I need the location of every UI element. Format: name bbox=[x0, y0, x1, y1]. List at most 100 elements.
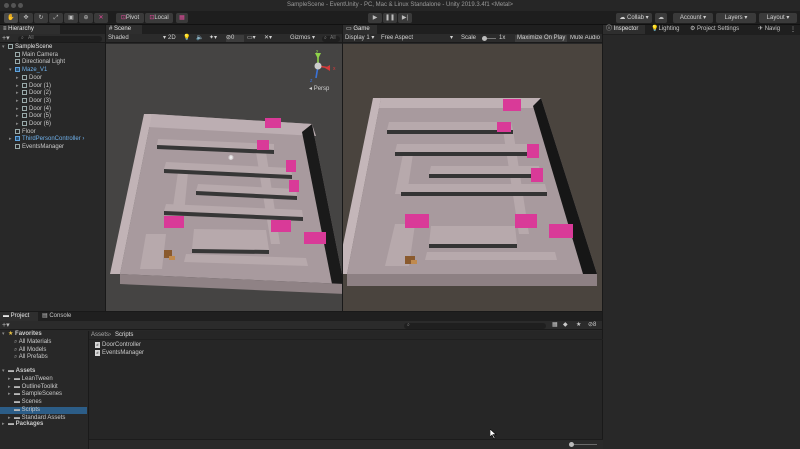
asset-folder-label: OutlineToolkit bbox=[21, 383, 58, 390]
maximize-on-play-toggle[interactable]: Maximize On Play bbox=[515, 35, 567, 42]
breadcrumb-current[interactable]: Scripts bbox=[115, 332, 133, 338]
filter-label-icon[interactable]: ◆ bbox=[563, 321, 568, 328]
game-viewport[interactable] bbox=[343, 44, 602, 311]
shading-mode-dropdown[interactable]: Shaded ▾ bbox=[108, 35, 166, 42]
hierarchy-item[interactable]: ▾ SampleScene bbox=[0, 44, 105, 52]
transform-tool-button[interactable]: ⊕ bbox=[79, 13, 93, 23]
assets-folder-icon: ▬ bbox=[8, 368, 16, 374]
tab-project-settings[interactable]: ⚙ Project Settings bbox=[687, 25, 755, 34]
collab-dropdown[interactable]: ☁ Collab ▾ bbox=[616, 13, 652, 23]
tab-navigation[interactable]: ✈ Navig bbox=[755, 25, 785, 34]
hierarchy-item[interactable]: ▸ Door (3) bbox=[0, 97, 105, 106]
tab-scene[interactable]: # Scene bbox=[106, 25, 142, 34]
lighting-toggle[interactable]: 💡 bbox=[183, 35, 191, 42]
gizmos-dropdown[interactable]: Gizmos ▾ bbox=[290, 35, 320, 42]
pivot-toggle[interactable]: ⊡Pivot bbox=[116, 13, 144, 23]
light-gizmo[interactable]: ✺ bbox=[228, 154, 234, 162]
hierarchy-item[interactable]: ▸ Door (5) bbox=[0, 113, 105, 121]
favorites-item[interactable]: ⌕ All Models bbox=[14, 347, 46, 355]
tab-console[interactable]: ▤ Console bbox=[39, 312, 77, 321]
camera-dropdown[interactable]: ▭▾ bbox=[247, 35, 259, 42]
hierarchy-item[interactable]: Directional Light bbox=[0, 59, 105, 67]
layout-dropdown[interactable]: Layout ▾ bbox=[759, 13, 797, 23]
effects-dropdown[interactable]: ✦▾ bbox=[209, 35, 221, 42]
scene-viewport[interactable]: ✺ y x z ◂ Persp bbox=[106, 44, 342, 311]
inspector-panel: ⓘ Inspector 💡Lighting ⚙ Project Settings… bbox=[603, 25, 800, 449]
open-prefab-icon[interactable]: › bbox=[81, 136, 84, 142]
toggle-2d-button[interactable]: 2D bbox=[168, 35, 178, 42]
hierarchy-item[interactable]: ▸ ThirdPersonController › bbox=[0, 136, 105, 144]
scale-tool-button[interactable]: ⤢ bbox=[49, 13, 63, 23]
game-panel: ▭ Game Display 1 ▾ Free Aspect ▾ Scale 1x… bbox=[343, 25, 602, 311]
gameobject-cube-icon bbox=[22, 121, 27, 126]
breadcrumb-root[interactable]: Assets bbox=[91, 332, 109, 338]
asset-folder-item[interactable]: ▸ ▬ LeanTween bbox=[0, 376, 87, 384]
local-toggle[interactable]: ⊡Local bbox=[145, 13, 173, 23]
pause-button[interactable]: ❚❚ bbox=[383, 13, 397, 23]
scene-search-input[interactable]: ⌕ All bbox=[322, 35, 340, 42]
scale-slider[interactable]: Scale 1x bbox=[461, 35, 511, 42]
hierarchy-item[interactable]: ▸ Door bbox=[0, 74, 105, 83]
project-search-input[interactable]: ⌕ bbox=[404, 322, 546, 329]
move-tool-button[interactable]: ✥ bbox=[19, 13, 33, 23]
navigation-tab-label: Navig bbox=[764, 26, 781, 32]
icon-size-slider[interactable] bbox=[569, 442, 574, 447]
hierarchy-item[interactable]: Main Camera bbox=[0, 51, 105, 60]
hidden-packages-toggle[interactable]: ⊘8 bbox=[588, 321, 596, 328]
rotate-tool-button[interactable]: ↻ bbox=[34, 13, 48, 23]
hierarchy-item[interactable]: ▾ Maze_V1 bbox=[0, 67, 105, 75]
play-button[interactable]: ▶ bbox=[368, 13, 382, 23]
mouse-cursor bbox=[489, 428, 498, 440]
hierarchy-item[interactable]: ▸ Door (2) bbox=[0, 90, 105, 98]
asset-folder-item[interactable]: ▸ ▬ OutlineToolkit bbox=[0, 384, 87, 392]
layers-dropdown[interactable]: Layers ▾ bbox=[716, 13, 756, 23]
hierarchy-item[interactable]: Floor bbox=[0, 128, 105, 137]
asset-folder-item[interactable]: ▸ ▬ SampleScenes bbox=[0, 391, 87, 399]
hand-tool-button[interactable]: ✋ bbox=[4, 13, 18, 23]
panel-menu-icon[interactable]: ⋮ bbox=[790, 26, 796, 33]
favorites-header[interactable]: ▾ ★ Favorites bbox=[2, 331, 42, 339]
asset-folder-item[interactable]: ▬ Scripts bbox=[0, 406, 87, 415]
custom-tool-button[interactable]: ✕ bbox=[94, 13, 108, 23]
hierarchy-item[interactable]: ▸ Door (6) bbox=[0, 121, 105, 129]
audio-toggle[interactable]: 🔈 bbox=[196, 35, 204, 42]
hidden-count-toggle[interactable]: ⊘0 bbox=[226, 35, 244, 42]
scale-thumb[interactable] bbox=[482, 36, 487, 41]
asset-folder-item[interactable]: ▬ Scenes bbox=[0, 399, 87, 407]
aspect-dropdown[interactable]: Free Aspect ▾ bbox=[381, 35, 453, 42]
mute-audio-toggle[interactable]: Mute Audio bbox=[569, 35, 602, 42]
hierarchy-item-label: Main Camera bbox=[22, 51, 59, 58]
hierarchy-item[interactable]: ▸ Door (1) bbox=[0, 82, 105, 91]
hierarchy-item[interactable]: ▸ Door (4) bbox=[0, 105, 105, 114]
step-button[interactable]: ▶| bbox=[398, 13, 412, 23]
favorites-item[interactable]: ⌕ All Materials bbox=[14, 339, 51, 347]
script-file-item[interactable]: # EventsManager bbox=[95, 349, 144, 358]
tab-hierarchy[interactable]: ≡ Hierarchy bbox=[0, 25, 60, 34]
add-object-button[interactable]: +▾ bbox=[2, 34, 10, 42]
hierarchy-item[interactable]: EventsManager bbox=[0, 144, 105, 152]
favorites-item[interactable]: ⌕ All Prefabs bbox=[14, 354, 48, 362]
script-file-label: DoorController bbox=[102, 342, 142, 348]
filter-type-icon[interactable]: ▦ bbox=[552, 321, 558, 328]
tab-project[interactable]: ▬ Project bbox=[0, 312, 38, 321]
display-dropdown[interactable]: Display 1 ▾ bbox=[345, 35, 375, 42]
tab-lighting[interactable]: 💡Lighting bbox=[648, 25, 686, 34]
tab-game[interactable]: ▭ Game bbox=[343, 25, 377, 34]
script-file-item[interactable]: # DoorController bbox=[95, 342, 141, 350]
orientation-gizmo[interactable]: y x z ◂ Persp bbox=[302, 48, 338, 92]
snap-button[interactable]: ▦ bbox=[176, 13, 188, 23]
favorite-star-icon[interactable]: ★ bbox=[576, 321, 581, 328]
hierarchy-search-input[interactable]: ⌕ All bbox=[18, 35, 102, 42]
assets-header[interactable]: ▾ ▬ Assets bbox=[2, 368, 35, 376]
tools-dropdown[interactable]: ✕▾ bbox=[264, 35, 276, 42]
perspective-label[interactable]: ◂ Persp bbox=[309, 85, 329, 92]
cloud-button[interactable]: ☁ bbox=[655, 13, 667, 23]
packages-header[interactable]: ▸ ▬ Packages bbox=[2, 421, 43, 429]
rect-tool-button[interactable]: ▣ bbox=[64, 13, 78, 23]
account-label: Account bbox=[679, 15, 702, 21]
maximize-label: Maximize On Play bbox=[517, 35, 566, 41]
tab-inspector[interactable]: ⓘ Inspector bbox=[603, 25, 645, 34]
create-asset-button[interactable]: +▾ bbox=[2, 321, 10, 329]
folder-icon: ▬ bbox=[14, 376, 22, 382]
account-dropdown[interactable]: Account ▾ bbox=[673, 13, 713, 23]
